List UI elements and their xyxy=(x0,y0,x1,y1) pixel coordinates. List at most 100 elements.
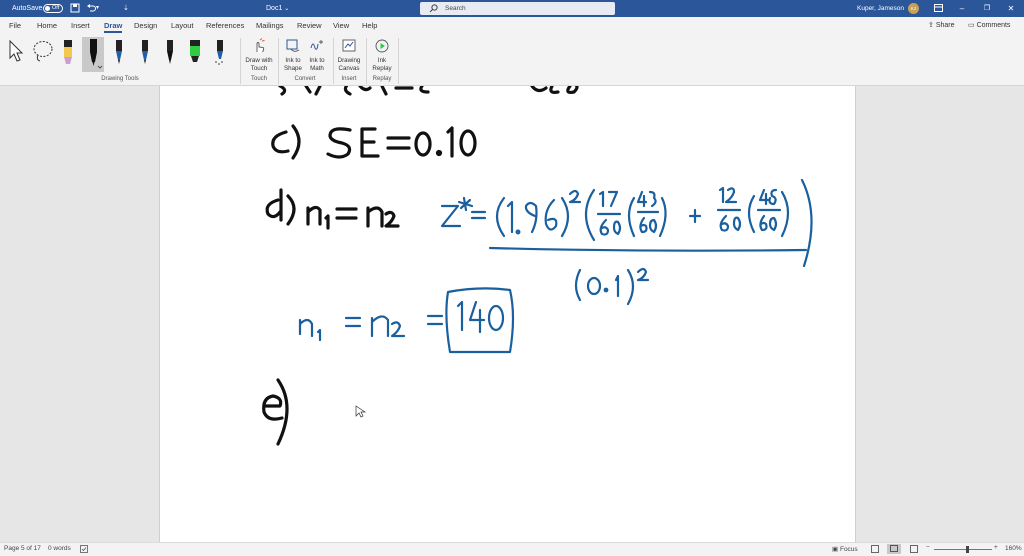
tab-review[interactable]: Review xyxy=(297,17,322,35)
ink-blue-strokes xyxy=(298,178,813,354)
draw-with-touch-label-2: Touch xyxy=(250,65,268,72)
pen-dark-blue-icon[interactable] xyxy=(137,38,153,66)
undo-icon[interactable] xyxy=(86,3,96,13)
search-box[interactable]: Search xyxy=(420,2,615,15)
ink-open-paren-denom xyxy=(574,268,582,302)
word-count[interactable]: 0 words xyxy=(48,545,71,552)
draw-with-touch-button[interactable]: Draw with Touch xyxy=(243,38,275,73)
tab-help[interactable]: Help xyxy=(362,17,377,35)
document-title[interactable]: Doc1 ⌄ xyxy=(266,0,289,18)
status-bar: Page 5 of 17 0 words ▣ Focus − + 160% xyxy=(0,542,1024,556)
group-separator xyxy=(333,38,334,84)
lasso-select-icon[interactable] xyxy=(31,39,55,63)
pen-blue-icon[interactable] xyxy=(111,38,127,66)
toggle-knob xyxy=(45,6,50,11)
select-tool-icon[interactable] xyxy=(7,39,25,63)
close-icon[interactable]: ✕ xyxy=(999,0,1023,17)
ink-paren-c xyxy=(291,124,301,160)
drawing-canvas-icon xyxy=(342,39,356,52)
ink-to-shape-label-2: Shape xyxy=(284,65,302,72)
document-canvas[interactable] xyxy=(0,82,1024,542)
user-name[interactable]: Kuper, Jameson xyxy=(857,0,904,17)
focus-label: Focus xyxy=(839,546,858,553)
ink-drawing xyxy=(262,82,813,446)
ink-replay-button[interactable]: Ink Replay xyxy=(368,38,396,73)
zoom-out-button[interactable]: − xyxy=(926,544,930,551)
ink-digit-1-formula xyxy=(506,200,514,234)
ink-replay-label-1: Ink xyxy=(377,57,387,64)
customize-toolbar-icon[interactable]: ⇣ xyxy=(123,0,129,17)
group-label-insert: Insert xyxy=(341,76,357,82)
ink-letter-c xyxy=(271,130,290,154)
ink-paren-e xyxy=(276,378,289,446)
tab-design[interactable]: Design xyxy=(134,17,157,35)
tab-file[interactable]: File xyxy=(9,17,21,35)
ink-replay-label-2: Replay xyxy=(372,65,392,72)
comments-button[interactable]: ▭ Comments xyxy=(968,21,1010,31)
ink-answer-equals-2 xyxy=(426,314,444,326)
group-label-drawing-tools: Drawing Tools xyxy=(101,76,139,82)
ink-zero-1 xyxy=(414,131,432,157)
mouse-cursor-icon xyxy=(355,405,367,418)
document-title-chevron-icon: ⌄ xyxy=(284,6,290,12)
pen-black-selected-icon[interactable] xyxy=(82,37,104,72)
print-layout-icon[interactable] xyxy=(887,544,901,554)
read-mode-icon[interactable] xyxy=(871,545,879,553)
title-bar: AutoSave Off ▾ ⇣ Doc1 ⌄ Search Kuper, Ja… xyxy=(0,0,1024,17)
ink-digit-9 xyxy=(524,201,538,234)
ink-to-math-button[interactable]: Ink to Math xyxy=(305,38,329,73)
touch-hand-icon xyxy=(256,38,265,53)
avatar[interactable]: KJ xyxy=(908,3,919,14)
ink-decimal-point xyxy=(435,149,443,157)
ink-letter-z xyxy=(440,204,462,228)
document-title-text: Doc1 xyxy=(266,5,283,12)
undo-dropdown-icon[interactable]: ▾ xyxy=(96,0,99,17)
ink-17 xyxy=(598,190,619,208)
autosave-label: AutoSave xyxy=(12,5,43,12)
pencil-blue-icon[interactable] xyxy=(212,38,228,66)
tab-insert[interactable]: Insert xyxy=(71,17,90,35)
zoom-slider-thumb[interactable] xyxy=(966,546,969,553)
zoom-in-button[interactable]: + xyxy=(994,544,998,551)
highlighter-green-icon[interactable] xyxy=(187,38,203,66)
ink-to-shape-label-1: Ink to xyxy=(285,57,301,64)
save-icon[interactable] xyxy=(70,3,80,13)
share-button[interactable]: ⇪ Share xyxy=(928,21,955,31)
ribbon-display-icon[interactable] xyxy=(926,0,950,17)
ink-open-paren-196 xyxy=(495,196,506,238)
tab-draw[interactable]: Draw xyxy=(104,17,123,35)
ink-partial-paren xyxy=(278,84,287,96)
minimize-icon[interactable]: – xyxy=(950,0,974,17)
web-layout-icon[interactable] xyxy=(910,545,918,553)
tab-mailings[interactable]: Mailings xyxy=(256,17,284,35)
ink-open-paren-43 xyxy=(627,196,636,238)
ink-equals-formula xyxy=(470,210,487,220)
ink-partial-number xyxy=(530,82,579,94)
ink-replay-icon xyxy=(375,39,389,53)
highlighter-yellow-icon[interactable] xyxy=(60,38,76,66)
ink-to-shape-button[interactable]: Ink to Shape xyxy=(281,38,305,73)
ink-big-open-paren xyxy=(584,188,596,242)
ink-answer-n1 xyxy=(298,318,314,338)
document-page[interactable] xyxy=(159,82,856,542)
tab-view[interactable]: View xyxy=(333,17,349,35)
ink-to-math-label-1: Ink to xyxy=(309,57,325,64)
proofing-icon[interactable] xyxy=(80,545,88,553)
zoom-level[interactable]: 160% xyxy=(1005,545,1022,552)
page-count[interactable]: Page 5 of 17 xyxy=(4,545,41,552)
ink-digit-6 xyxy=(544,198,558,231)
ink-subscript-2 xyxy=(384,210,400,228)
autosave-toggle[interactable]: Off xyxy=(43,4,63,13)
ink-letter-e xyxy=(360,127,380,158)
restore-icon[interactable]: ❐ xyxy=(975,0,999,17)
drawing-canvas-button[interactable]: Drawing Canvas xyxy=(335,38,363,73)
print-layout-glyph xyxy=(890,545,898,552)
ink-digit-1 xyxy=(446,126,454,158)
pen-black-icon[interactable] xyxy=(162,38,178,66)
tab-home[interactable]: Home xyxy=(37,17,57,35)
tab-layout[interactable]: Layout xyxy=(171,17,194,35)
ink-zero-2 xyxy=(459,129,477,157)
focus-mode-button[interactable]: ▣ Focus xyxy=(832,545,858,553)
zoom-slider[interactable] xyxy=(934,546,992,553)
tab-references[interactable]: References xyxy=(206,17,244,35)
